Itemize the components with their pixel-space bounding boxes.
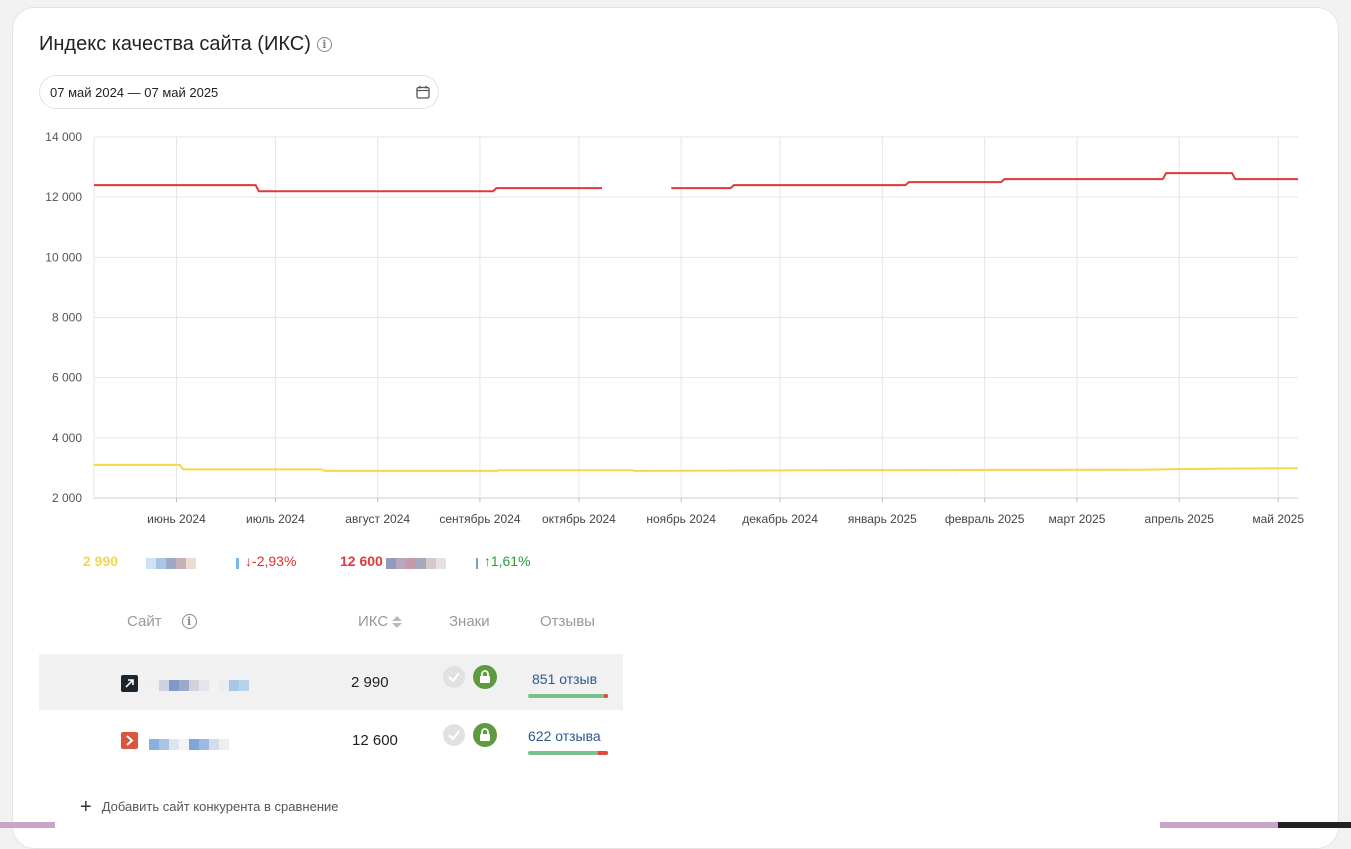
date-range-picker[interactable]: 07 май 2024 — 07 май 2025: [39, 75, 439, 109]
column-header-signs: Знаки: [449, 613, 490, 630]
date-range-text: 07 май 2024 — 07 май 2025: [50, 84, 219, 100]
site-name-blurred[interactable]: [149, 737, 229, 750]
legend-site1: 2 990 ↓-2,93%: [83, 553, 296, 569]
x-tick-label: март 2025: [1049, 512, 1106, 526]
y-tick-label: 12 000: [45, 190, 82, 204]
y-tick-label: 8 000: [52, 311, 82, 325]
secure-lock-badge-icon[interactable]: [473, 665, 497, 689]
x-tick-label: сентябрь 2024: [439, 512, 520, 526]
y-tick-label: 2 000: [52, 491, 82, 505]
widget-title: Индекс качества сайта (ИКС) i: [39, 33, 332, 56]
column-header-reviews: Отзывы: [540, 613, 595, 630]
x-tick-label: апрель 2025: [1145, 512, 1215, 526]
legend-site1-value: 2 990: [83, 553, 119, 569]
sort-icon[interactable]: [390, 614, 404, 630]
plus-icon: +: [80, 795, 92, 818]
legend-site2-value: 12 600: [340, 553, 383, 569]
reviews-link[interactable]: 851 отзыв: [532, 671, 597, 687]
table-row[interactable]: 2 990 851 отзыв: [39, 654, 623, 710]
check-badge-icon[interactable]: [443, 666, 465, 688]
x-tick-label: июнь 2024: [147, 512, 206, 526]
x-tick-label: январь 2025: [848, 512, 917, 526]
site-favicon-icon: [121, 732, 138, 749]
site-info-icon[interactable]: i: [181, 614, 197, 629]
y-tick-label: 14 000: [45, 130, 82, 144]
y-tick-label: 10 000: [45, 250, 82, 264]
review-rating-bar: [528, 751, 608, 755]
legend-site2-name-blurred: [385, 556, 446, 569]
column-header-iks[interactable]: ИКС: [358, 613, 404, 630]
x-tick-label: август 2024: [345, 512, 410, 526]
calendar-icon[interactable]: [416, 85, 430, 99]
y-tick-label: 6 000: [52, 371, 82, 385]
secure-lock-badge-icon[interactable]: [473, 723, 497, 747]
column-header-site: Сайт i: [127, 613, 197, 630]
reviews-link[interactable]: 622 отзыва: [528, 728, 601, 744]
check-badge-icon[interactable]: [443, 724, 465, 746]
x-tick-label: ноябрь 2024: [646, 512, 716, 526]
legend-site2-change: ↑1,61%: [483, 553, 531, 569]
site-name-blurred[interactable]: [149, 678, 249, 691]
x-tick-label: май 2025: [1252, 512, 1304, 526]
widget-title-text: Индекс качества сайта (ИКС): [39, 33, 311, 55]
y-tick-label: 4 000: [52, 431, 82, 445]
iks-line-chart: 14 000 12 000 10 000 8 000 6 000 4 000 2 000 ию…: [45, 130, 1304, 526]
info-icon[interactable]: i: [316, 37, 332, 52]
site-iks-value: 2 990: [351, 674, 389, 691]
legend-site1-name-blurred: [146, 556, 197, 569]
legend-site1-change: ↓-2,93%: [245, 553, 297, 569]
series-line-2: [94, 463, 1299, 472]
x-tick-label: декабрь 2024: [742, 512, 818, 526]
bottom-edge-strip: [0, 822, 1351, 828]
site-iks-value: 12 600: [352, 732, 398, 749]
add-competitor-label: Добавить сайт конкурента в сравнение: [101, 799, 339, 814]
x-tick-label: февраль 2025: [945, 512, 1025, 526]
x-tick-label: октябрь 2024: [542, 512, 616, 526]
add-competitor-button[interactable]: + Добавить сайт конкурента в сравнение: [80, 795, 339, 818]
x-tick-label: июль 2024: [246, 512, 305, 526]
site-favicon-icon: [121, 675, 138, 692]
table-row[interactable]: 12 600 622 отзыва: [39, 711, 623, 767]
legend-site2: 12 600 ↑1,61%: [340, 553, 531, 569]
series-line-1: [94, 172, 1298, 193]
review-rating-bar: [528, 694, 608, 698]
